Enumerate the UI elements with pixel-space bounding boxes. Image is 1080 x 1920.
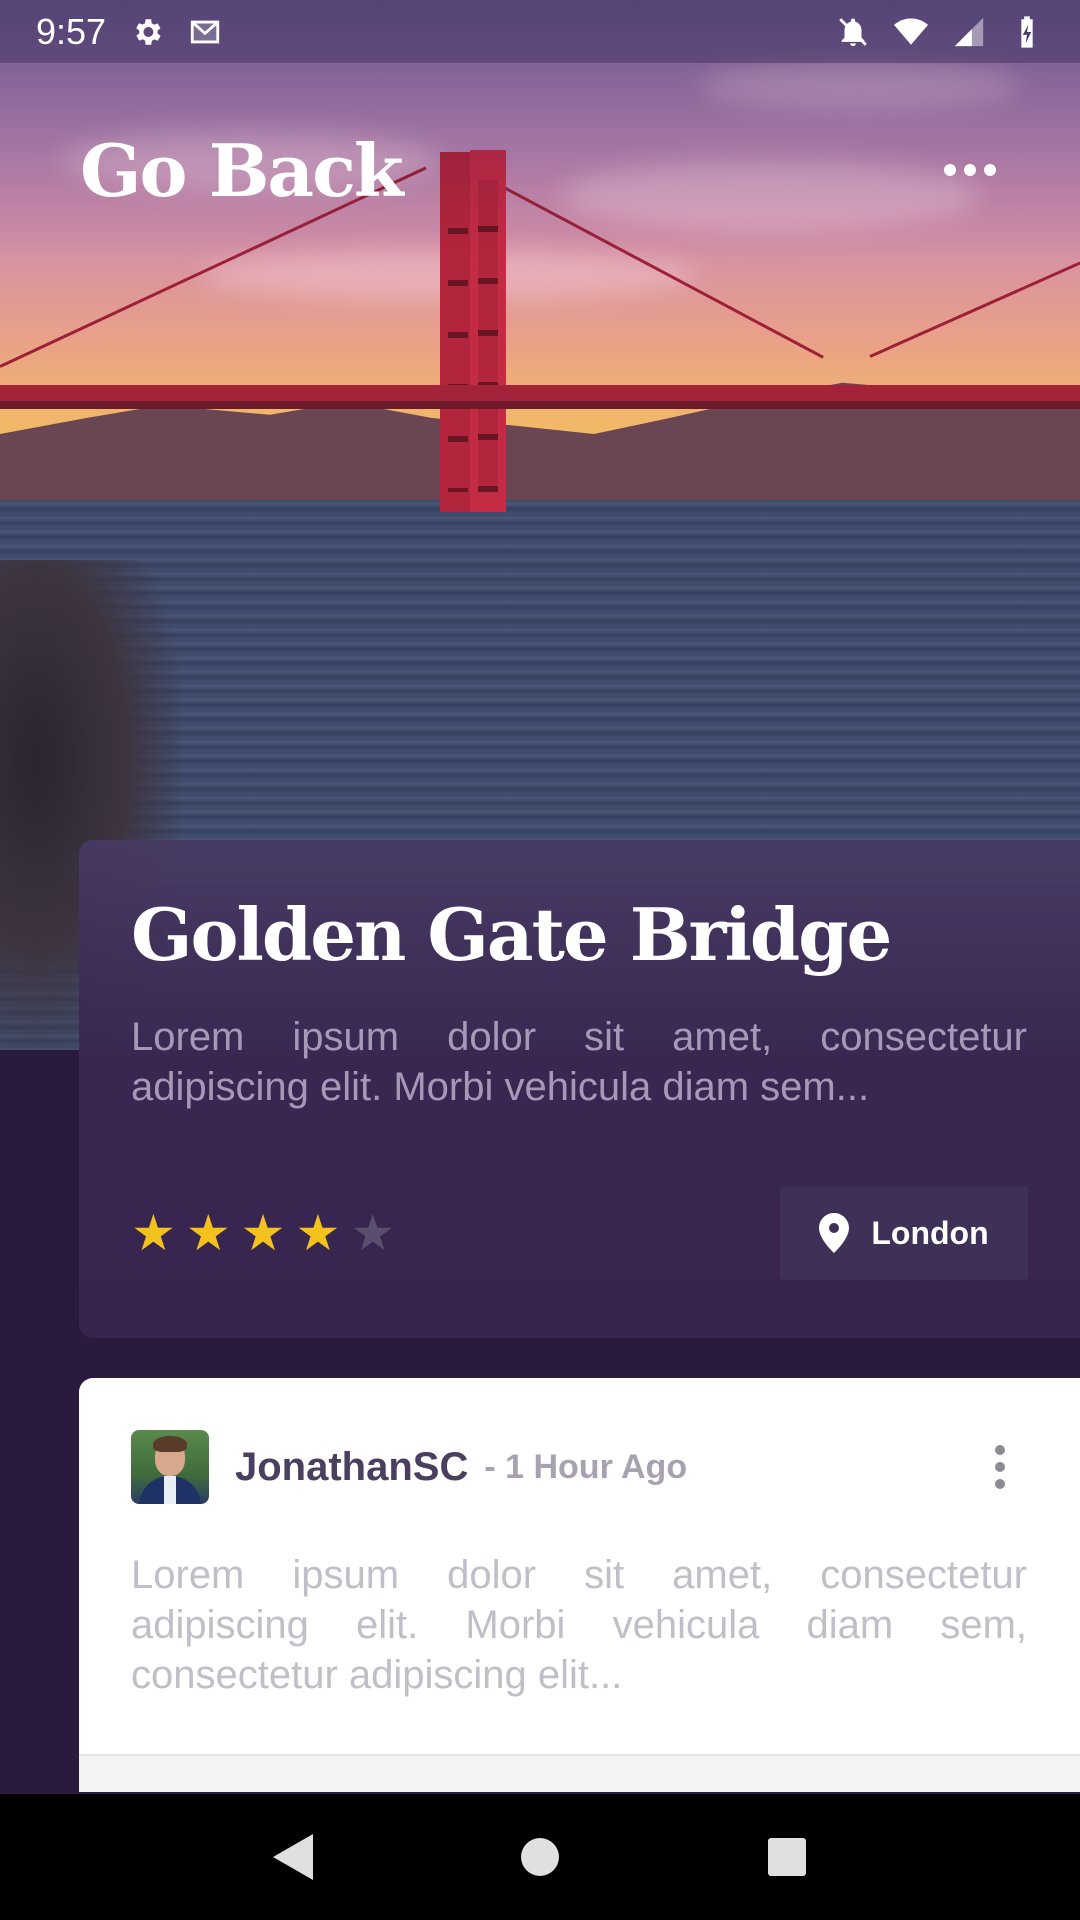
place-title: Golden Gate Bridge (131, 892, 892, 977)
location-pin-icon (819, 1213, 850, 1253)
gmail-icon (190, 20, 220, 43)
star-empty-icon: ★ (350, 1205, 396, 1261)
status-time: 9:57 (36, 10, 107, 52)
notifications-off-icon (839, 17, 867, 46)
status-bar: 9:57 (0, 0, 1080, 63)
nav-recents-button[interactable] (757, 1827, 817, 1887)
comment-username[interactable]: JonathanSC (235, 1445, 468, 1490)
star-filled-icon: ★ (185, 1205, 231, 1261)
star-filled-icon: ★ (295, 1205, 341, 1261)
more-horizontal-icon (944, 164, 956, 176)
comment-timestamp: - 1 Hour Ago (484, 1447, 688, 1486)
avatar[interactable] (131, 1430, 209, 1504)
place-description: Lorem ipsum dolor sit amet, consectetur … (131, 1015, 1027, 1110)
place-info-card: Golden Gate Bridge Lorem ipsum dolor sit… (79, 840, 1080, 1338)
more-options-button[interactable] (940, 140, 1000, 200)
comment-text: Lorem ipsum dolor sit amet, consectetur … (131, 1553, 1027, 1697)
home-circle-icon (520, 1838, 559, 1876)
recents-square-icon (767, 1838, 806, 1876)
star-rating: ★ ★ ★ ★ ★ (131, 1208, 395, 1258)
wifi-icon (894, 17, 928, 45)
system-navigation-bar (0, 1794, 1080, 1920)
gear-icon (136, 18, 161, 45)
place-info-footer: ★ ★ ★ ★ ★ London (131, 1186, 1028, 1280)
location-button[interactable]: London (780, 1186, 1028, 1280)
top-app-bar: Go Back (80, 120, 1000, 220)
more-vertical-icon (995, 1445, 1005, 1455)
star-filled-icon: ★ (131, 1205, 176, 1261)
comment-card: JonathanSC - 1 Hour Ago Lorem ipsum dolo… (79, 1378, 1080, 1792)
battery-charging-icon (1021, 15, 1033, 48)
signal-icon (954, 17, 984, 46)
back-triangle-icon (273, 1834, 314, 1880)
star-filled-icon: ★ (240, 1205, 286, 1261)
nav-home-button[interactable] (510, 1827, 570, 1887)
nav-back-button[interactable] (263, 1827, 323, 1887)
comment-header: JonathanSC - 1 Hour Ago (131, 1430, 1028, 1504)
next-card-peek (79, 1756, 1080, 1792)
comment-more-button[interactable] (980, 1437, 1020, 1497)
location-label: London (871, 1214, 989, 1251)
go-back-button[interactable]: Go Back (80, 128, 404, 213)
